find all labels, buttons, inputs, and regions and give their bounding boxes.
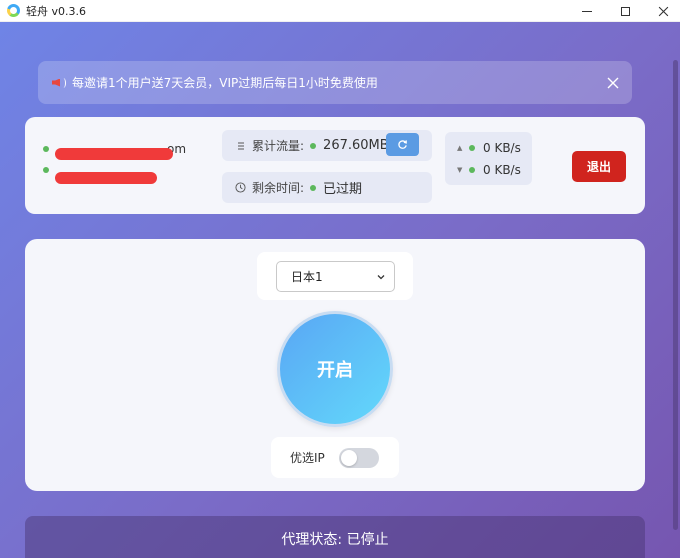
server-select-container: 日本1	[257, 252, 413, 300]
download-speed-value: 0 KB/s	[483, 163, 521, 177]
main-panel: 每邀请1个用户送7天会员，VIP过期后每日1小时免费使用 om 累计流量: 26…	[0, 22, 680, 558]
proxy-status-bar: 代理状态: 已停止	[25, 516, 645, 558]
minimize-button[interactable]	[570, 0, 604, 22]
preferred-ip-control: 优选IP	[271, 437, 399, 478]
upload-speed: ▲ 0 KB/s	[457, 141, 521, 155]
clock-icon	[235, 182, 246, 193]
arrow-up-icon: ▲	[457, 144, 463, 152]
notice-banner: 每邀请1个用户送7天会员，VIP过期后每日1小时免费使用	[38, 61, 632, 104]
redaction-mark	[55, 172, 157, 184]
refresh-icon	[398, 140, 407, 149]
close-icon	[607, 77, 619, 89]
list-icon	[235, 140, 246, 151]
status-dot	[469, 167, 475, 173]
time-left-stat: 剩余时间: 已过期	[222, 172, 432, 203]
status-dot	[310, 184, 317, 191]
server-select[interactable]: 日本1	[276, 261, 395, 292]
proxy-status-text: 代理状态: 已停止	[281, 532, 389, 548]
maximize-button[interactable]	[608, 0, 642, 22]
chevron-down-icon	[377, 275, 385, 280]
power-button[interactable]: 开启	[277, 311, 393, 427]
logout-button[interactable]: 退出	[572, 151, 626, 182]
preferred-ip-label: 优选IP	[290, 451, 325, 465]
redaction-mark	[55, 148, 173, 160]
preferred-ip-toggle[interactable]	[339, 448, 379, 468]
arrow-down-icon: ▼	[457, 166, 463, 174]
window-title: 轻舟 v0.3.6	[26, 4, 86, 18]
close-icon	[658, 6, 668, 16]
traffic-value: 267.60MB	[323, 138, 389, 153]
megaphone-icon	[50, 76, 68, 90]
time-left-value: 已过期	[323, 182, 363, 197]
status-dot	[310, 142, 317, 149]
notice-text: 每邀请1个用户送7天会员，VIP过期后每日1小时免费使用	[72, 76, 378, 90]
status-dot	[43, 167, 49, 173]
download-speed: ▼ 0 KB/s	[457, 163, 521, 177]
account-id	[43, 167, 55, 173]
time-left-label: 剩余时间:	[252, 181, 305, 195]
toggle-knob	[341, 450, 357, 466]
refresh-button[interactable]	[386, 133, 419, 156]
notice-close-button[interactable]	[606, 75, 620, 89]
server-select-value: 日本1	[291, 270, 323, 284]
app-logo-icon	[7, 4, 20, 17]
title-bar: 轻舟 v0.3.6	[0, 0, 680, 22]
maximize-icon	[620, 6, 630, 16]
status-dot	[43, 146, 49, 152]
account-card: om 累计流量: 267.60MB 剩余时间: 已过期 ▲ 0 KB/s ▼ 0…	[25, 117, 645, 214]
speed-panel: ▲ 0 KB/s ▼ 0 KB/s	[445, 132, 532, 185]
traffic-label: 累计流量:	[252, 139, 305, 153]
close-window-button[interactable]	[646, 0, 680, 22]
status-dot	[469, 145, 475, 151]
scrollbar[interactable]	[673, 60, 678, 530]
minimize-icon	[582, 10, 592, 12]
upload-speed-value: 0 KB/s	[483, 141, 521, 155]
control-card: 日本1 开启 优选IP	[25, 239, 645, 491]
traffic-stat: 累计流量: 267.60MB	[222, 130, 432, 161]
